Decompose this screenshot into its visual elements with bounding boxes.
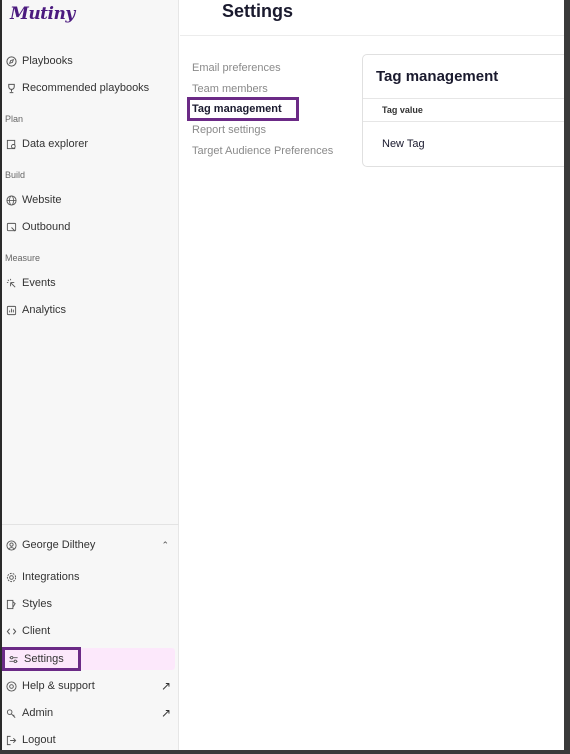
key-icon [6,708,17,719]
sidebar-item-label: Website [22,194,62,206]
gear-icon [6,572,17,583]
card-title: Tag management [376,68,499,85]
sidebar-item-label: Playbooks [22,55,73,67]
subnav-tag-management[interactable]: Tag management [192,103,282,115]
sidebar-item-label: Integrations [22,571,80,583]
section-label-measure: Measure [5,253,41,263]
sidebar-item-label: Client [22,625,51,637]
sidebar-item-label: Help & support [22,680,95,692]
table-header-row: Tag value [363,98,564,122]
subnav-email-preferences[interactable]: Email preferences [192,62,281,74]
user-menu[interactable]: George Dilthey ⌃ [2,534,179,556]
sidebar-item-styles[interactable]: Styles [2,593,179,615]
window-edge-right [564,0,570,754]
sidebar-item-settings[interactable]: Settings [4,648,175,670]
mutiny-logo[interactable]: Mutiny [10,4,75,26]
sliders-icon [8,654,19,665]
sidebar-item-label: Recommended playbooks [22,82,150,94]
subnav-report-settings[interactable]: Report settings [192,124,266,136]
chevron-up-icon: ⌃ [161,539,169,550]
click-icon [6,278,17,289]
sidebar-item-client[interactable]: Client [2,620,179,642]
logout-icon [6,735,17,746]
subnav-target-audience-preferences[interactable]: Target Audience Preferences [192,145,333,157]
sidebar-item-label: Settings [24,653,64,665]
sidebar: Mutiny Playbooks Recommended playbooks P… [2,0,179,750]
sidebar-item-admin[interactable]: Admin ↗ [2,702,179,724]
section-label-plan: Plan [5,114,24,124]
page-header: Settings [180,0,564,36]
sidebar-item-website[interactable]: Website [2,189,179,211]
sidebar-item-label: Logout [22,734,56,746]
subnav-team-members[interactable]: Team members [192,83,268,95]
user-name: George Dilthey [22,539,96,551]
sidebar-item-label: Admin [22,707,54,719]
outbound-icon [6,222,17,233]
app-window: Mutiny Playbooks Recommended playbooks P… [2,0,564,750]
user-circle-icon [6,539,17,551]
sidebar-item-events[interactable]: Events [2,272,179,294]
window-edge-bottom [0,750,570,754]
sidebar-item-playbooks[interactable]: Playbooks [2,50,179,72]
styles-icon [6,599,17,610]
analytics-icon [6,305,17,316]
globe-icon [6,194,17,206]
trophy-icon [6,83,17,94]
sidebar-item-label: Outbound [22,221,71,233]
section-label-build: Build [5,170,26,180]
sidebar-item-integrations[interactable]: Integrations [2,566,179,588]
sidebar-item-label: Data explorer [22,138,89,150]
sidebar-item-label: Styles [22,598,52,610]
column-header-tag-value[interactable]: Tag value [382,105,423,115]
tag-management-card: Tag management Tag value New Tag [362,54,564,167]
external-link-icon: ↗ [160,706,171,720]
data-explorer-icon [6,139,17,150]
sidebar-item-analytics[interactable]: Analytics [2,299,179,321]
sidebar-item-recommended-playbooks[interactable]: Recommended playbooks [2,77,179,99]
sidebar-item-logout[interactable]: Logout [2,729,179,750]
sidebar-bottom-divider [2,524,179,525]
table-row[interactable]: New Tag [382,138,425,150]
lifebuoy-icon [6,680,17,692]
external-link-icon: ↗ [160,679,171,693]
sidebar-item-label: Analytics [22,304,67,316]
compass-icon [6,55,17,67]
sidebar-item-label: Events [22,277,56,289]
sidebar-item-outbound[interactable]: Outbound [2,216,179,238]
page-title: Settings [222,1,294,21]
sidebar-item-data-explorer[interactable]: Data explorer [2,133,179,155]
sidebar-item-help-support[interactable]: Help & support ↗ [2,675,179,697]
code-icon [6,626,17,637]
